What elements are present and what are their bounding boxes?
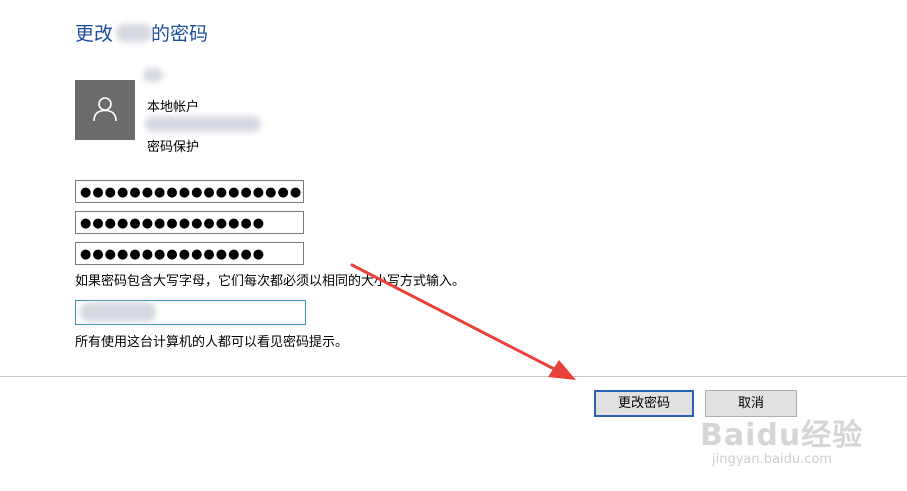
change-password-button[interactable]: 更改密码 [594,390,694,417]
current-password-field[interactable]: ●●●●●●●●●●●●●●●●●●●●●●● [75,180,304,203]
redacted-email [145,116,261,132]
title-suffix: 的密码 [151,23,209,45]
new-password-field[interactable]: ●●●●●●●●●●●●●●● [75,211,304,234]
account-type: 本地帐户 [147,100,200,115]
redacted-name [143,68,163,82]
footer-divider [0,376,907,377]
baidu-watermark: Baidu经验 [700,410,863,454]
watermark-main: Baidu经验 [700,418,864,453]
user-icon [93,97,117,122]
hint-visibility-note: 所有使用这台计算机的人都可以看见密码提示。 [75,335,349,350]
watermark-url: jingyan.baidu.com [712,452,832,467]
case-sensitivity-note: 如果密码包含大写字母，它们每次都必须以相同的大小写方式输入。 [75,274,466,289]
avatar [75,80,135,140]
redacted-hint [80,302,156,322]
confirm-password-field[interactable]: ●●●●●●●●●●●●●●● [75,242,304,265]
redacted-username [116,24,152,42]
title-prefix: 更改 [75,23,114,45]
password-protected-label: 密码保护 [147,140,200,155]
